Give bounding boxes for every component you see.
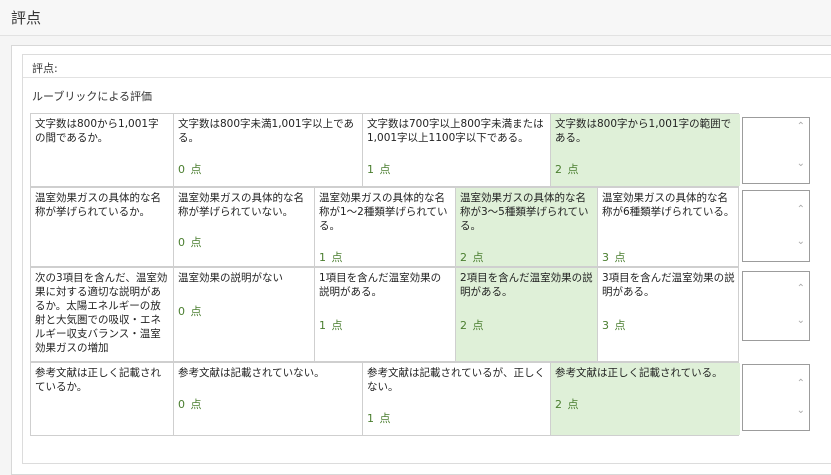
feedback-textbox[interactable]: ⌃ ⌄ bbox=[742, 364, 810, 431]
level-points: 3 点 bbox=[602, 319, 627, 332]
criterion-text: 温室効果ガスの具体的な名称が挙げられているか。 bbox=[35, 192, 161, 218]
level-cell[interactable]: 文字数は700字以上800字未満または1,001字以上1100字以下である。 1… bbox=[363, 114, 551, 186]
criterion-cell: 文字数は800から1,001字の間であるか。 bbox=[31, 114, 174, 186]
level-text: 温室効果ガスの具体的な名称が1～2種類挙げられている。 bbox=[319, 192, 448, 232]
chevron-down-icon[interactable]: ⌄ bbox=[797, 406, 805, 416]
chevron-up-icon[interactable]: ⌃ bbox=[797, 122, 805, 132]
level-points: 2 点 bbox=[555, 163, 580, 176]
level-cell[interactable]: 参考文献は記載されているが、正しくない。 1 点 bbox=[363, 363, 551, 435]
level-points: 3 点 bbox=[602, 251, 627, 264]
level-points: 0 点 bbox=[178, 163, 203, 176]
criterion-cell: 次の3項目を含んだ、温室効果に対する適切な説明があるか。太陽エネルギーの放射と大… bbox=[31, 268, 174, 361]
level-cell[interactable]: 1項目を含んだ温室効果の説明がある。 1 点 bbox=[315, 268, 456, 361]
level-text: 参考文献は正しく記載されている。 bbox=[555, 367, 723, 379]
level-points: 0 点 bbox=[178, 398, 203, 411]
level-points: 1 点 bbox=[367, 163, 392, 176]
level-text: 2項目を含んだ温室効果の説明がある。 bbox=[460, 272, 593, 298]
rubric-caption: ルーブリックによる評価 bbox=[32, 90, 153, 103]
criterion-text: 文字数は800から1,001字の間であるか。 bbox=[35, 118, 159, 144]
level-text: 3項目を含んだ温室効果の説明がある。 bbox=[602, 272, 735, 298]
level-points: 0 点 bbox=[178, 305, 203, 318]
criterion-text: 参考文献は正しく記載されているか。 bbox=[35, 367, 161, 393]
level-cell[interactable]: 温室効果ガスの具体的な名称が1～2種類挙げられている。 1 点 bbox=[315, 188, 456, 266]
page-title: 評点 bbox=[11, 9, 42, 27]
criterion-cell: 参考文献は正しく記載されているか。 bbox=[31, 363, 174, 435]
level-cell-selected[interactable]: 参考文献は正しく記載されている。 2 点 bbox=[551, 363, 740, 435]
level-cell-selected[interactable]: 文字数は800字から1,001字の範囲である。 2 点 bbox=[551, 114, 740, 186]
level-cell-selected[interactable]: 温室効果ガスの具体的な名称が3～5種類挙げられている。 2 点 bbox=[456, 188, 598, 266]
level-points: 1 点 bbox=[319, 251, 344, 264]
criterion-text: 次の3項目を含んだ、温室効果に対する適切な説明があるか。太陽エネルギーの放射と大… bbox=[35, 272, 168, 354]
chevron-down-icon[interactable]: ⌄ bbox=[797, 159, 805, 169]
chevron-up-icon[interactable]: ⌃ bbox=[797, 379, 805, 389]
level-text: 温室効果の説明がない bbox=[178, 272, 283, 284]
divider bbox=[23, 77, 831, 78]
level-text: 温室効果ガスの具体的な名称が3～5種類挙げられている。 bbox=[460, 192, 589, 232]
feedback-textbox[interactable]: ⌃ ⌄ bbox=[742, 271, 810, 341]
rubric-row-1: 文字数は800から1,001字の間であるか。 文字数は800字未満1,001字以… bbox=[30, 113, 740, 187]
level-text: 文字数は700字以上800字未満または1,001字以上1100字以下である。 bbox=[367, 118, 544, 144]
level-text: 文字数は800字から1,001字の範囲である。 bbox=[555, 118, 732, 144]
level-cell[interactable]: 文字数は800字未満1,001字以上である。 0 点 bbox=[174, 114, 363, 186]
rubric-row-3: 次の3項目を含んだ、温室効果に対する適切な説明があるか。太陽エネルギーの放射と大… bbox=[30, 267, 739, 362]
level-text: 1項目を含んだ温室効果の説明がある。 bbox=[319, 272, 442, 298]
score-label: 評点: bbox=[32, 62, 58, 75]
level-points: 2 点 bbox=[460, 319, 485, 332]
level-text: 温室効果ガスの具体的な名称が挙げられていない。 bbox=[178, 192, 304, 218]
level-points: 1 点 bbox=[367, 412, 392, 425]
level-points: 1 点 bbox=[319, 319, 344, 332]
level-text: 文字数は800字未満1,001字以上である。 bbox=[178, 118, 354, 144]
level-cell[interactable]: 参考文献は記載されていない。 0 点 bbox=[174, 363, 363, 435]
chevron-down-icon[interactable]: ⌄ bbox=[797, 237, 805, 247]
feedback-textbox[interactable]: ⌃ ⌄ bbox=[742, 117, 810, 184]
level-text: 参考文献は記載されているが、正しくない。 bbox=[367, 367, 545, 393]
level-cell[interactable]: 温室効果ガスの具体的な名称が6種類挙げられている。 3 点 bbox=[598, 188, 740, 266]
level-cell[interactable]: 温室効果ガスの具体的な名称が挙げられていない。 0 点 bbox=[174, 188, 315, 266]
rubric-row-2: 温室効果ガスの具体的な名称が挙げられているか。 温室効果ガスの具体的な名称が挙げ… bbox=[30, 187, 739, 267]
level-text: 温室効果ガスの具体的な名称が6種類挙げられている。 bbox=[602, 192, 735, 218]
level-cell[interactable]: 温室効果の説明がない 0 点 bbox=[174, 268, 315, 361]
level-points: 2 点 bbox=[555, 398, 580, 411]
level-cell[interactable]: 3項目を含んだ温室効果の説明がある。 3 点 bbox=[598, 268, 740, 361]
page-header: 評点 bbox=[0, 0, 831, 36]
level-points: 0 点 bbox=[178, 236, 203, 249]
level-cell-selected[interactable]: 2項目を含んだ温室効果の説明がある。 2 点 bbox=[456, 268, 598, 361]
chevron-down-icon[interactable]: ⌄ bbox=[797, 316, 805, 326]
feedback-textbox[interactable]: ⌃ ⌄ bbox=[742, 190, 810, 262]
criterion-cell: 温室効果ガスの具体的な名称が挙げられているか。 bbox=[31, 188, 174, 266]
rubric-row-4: 参考文献は正しく記載されているか。 参考文献は記載されていない。 0 点 参考文… bbox=[30, 362, 740, 436]
chevron-up-icon[interactable]: ⌃ bbox=[797, 284, 805, 294]
level-text: 参考文献は記載されていない。 bbox=[178, 367, 325, 379]
level-points: 2 点 bbox=[460, 251, 485, 264]
chevron-up-icon[interactable]: ⌃ bbox=[797, 205, 805, 215]
